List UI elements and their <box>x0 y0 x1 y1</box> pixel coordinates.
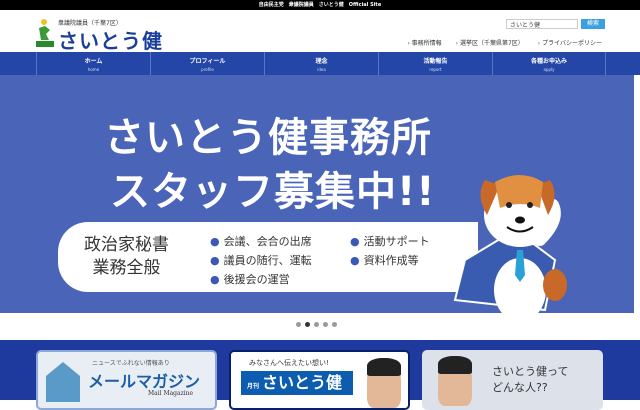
nav-report[interactable]: 活動報告 report <box>378 52 492 75</box>
card-title: さいとう健って どんな人?? <box>492 364 568 396</box>
header-links: 事務所情報 選挙区（千葉県第7区） プライバシーポリシー <box>407 38 602 47</box>
slider-dots <box>296 322 337 327</box>
nav-label: プロフィール <box>189 58 226 65</box>
card-caption: みなさんへ伝えたい想い! <box>249 359 329 367</box>
card-caption: ニュースでふれない情報あり <box>92 360 170 367</box>
feature-section: ニュースでふれない情報あり メールマガジン Mail Magazine みなさん… <box>0 340 640 410</box>
nav-apply[interactable]: 各種お申込み apply <box>492 52 606 75</box>
card-title: さいとう健 <box>262 373 343 392</box>
party-logo-icon[interactable] <box>36 18 54 48</box>
logo-name[interactable]: さいとう健 <box>58 25 163 54</box>
nav-sublabel: apply <box>543 67 555 72</box>
about-card[interactable]: さいとう健って どんな人?? <box>422 350 603 410</box>
dog-mascot-icon <box>453 175 567 313</box>
nav-label: 活動報告 <box>423 58 448 65</box>
slide-dot[interactable] <box>332 322 337 327</box>
search-input[interactable] <box>506 19 578 29</box>
slide-dot[interactable] <box>314 322 319 327</box>
envelope-icon <box>46 362 80 402</box>
card-prefix: 月刊 <box>247 383 260 390</box>
nav-label: 各種お申込み <box>530 58 567 65</box>
slide-dot-active[interactable] <box>305 322 310 327</box>
job-description-panel: 政治家秘書業務全般 会議、会合の出席 活動サポート 議員の随行、運転 資料作成等… <box>58 222 478 292</box>
hero-subtitle: スタッフ募集中!! <box>110 169 436 215</box>
nav-idea[interactable]: 理念 idea <box>264 52 378 75</box>
nav-label: ホーム <box>84 58 103 65</box>
card-en-title: Mail Magazine <box>148 390 194 397</box>
monthly-report-card[interactable]: みなさんへ伝えたい想い! 月刊 さいとう健 <box>229 350 410 410</box>
hero-title: さいとう健事務所 <box>104 115 432 161</box>
hero-banner[interactable]: さいとう健事務所 スタッフ募集中!! 政治家秘書業務全般 会議、会合の出席 活動… <box>0 75 634 313</box>
header: 衆議院議員（千葉7区） さいとう健 検索 事務所情報 選挙区（千葉県第7区） プ… <box>0 10 640 54</box>
portrait-photo <box>438 356 472 406</box>
task-item: 会議、会合の出席 <box>210 233 350 249</box>
link-office[interactable]: 事務所情報 <box>407 38 442 47</box>
search-button[interactable]: 検索 <box>581 19 605 29</box>
task-item: 議員の随行、運転 <box>210 252 350 268</box>
link-district[interactable]: 選挙区（千葉県第7区） <box>456 38 524 47</box>
nav-sublabel: report <box>429 67 442 72</box>
role-line: 業務全般 <box>92 258 161 278</box>
role-label: 政治家秘書 業務全般 <box>84 234 169 280</box>
top-bar: 自由民主党 衆議院議員 さいとう健 Official Site <box>0 0 640 10</box>
slide-dot[interactable] <box>323 322 328 327</box>
nav-sublabel: idea <box>317 67 326 72</box>
link-privacy[interactable]: プライバシーポリシー <box>538 38 602 47</box>
task-list: 会議、会合の出席 活動サポート 議員の随行、運転 資料作成等 後援会の運営 <box>210 233 470 287</box>
task-item: 後援会の運営 <box>210 271 350 287</box>
nav-profile[interactable]: プロフィール profile <box>150 52 264 75</box>
mail-magazine-card[interactable]: ニュースでふれない情報あり メールマガジン Mail Magazine <box>36 350 217 410</box>
card-line: どんな人?? <box>492 381 548 394</box>
card-title: メールマガジン <box>88 372 201 391</box>
card-title-band: 月刊 さいとう健 <box>241 371 353 395</box>
slide-dot[interactable] <box>296 322 301 327</box>
nav-home[interactable]: ホーム home <box>36 52 150 75</box>
role-line: 政治家秘書 <box>84 235 169 255</box>
nav-sublabel: profile <box>201 67 214 72</box>
portrait-photo <box>367 358 401 408</box>
card-line: さいとう健って <box>492 365 569 378</box>
nav-sublabel: home <box>87 67 100 72</box>
main-nav: ホーム home プロフィール profile 理念 idea 活動報告 report … <box>0 52 640 75</box>
nav-label: 理念 <box>315 58 328 65</box>
